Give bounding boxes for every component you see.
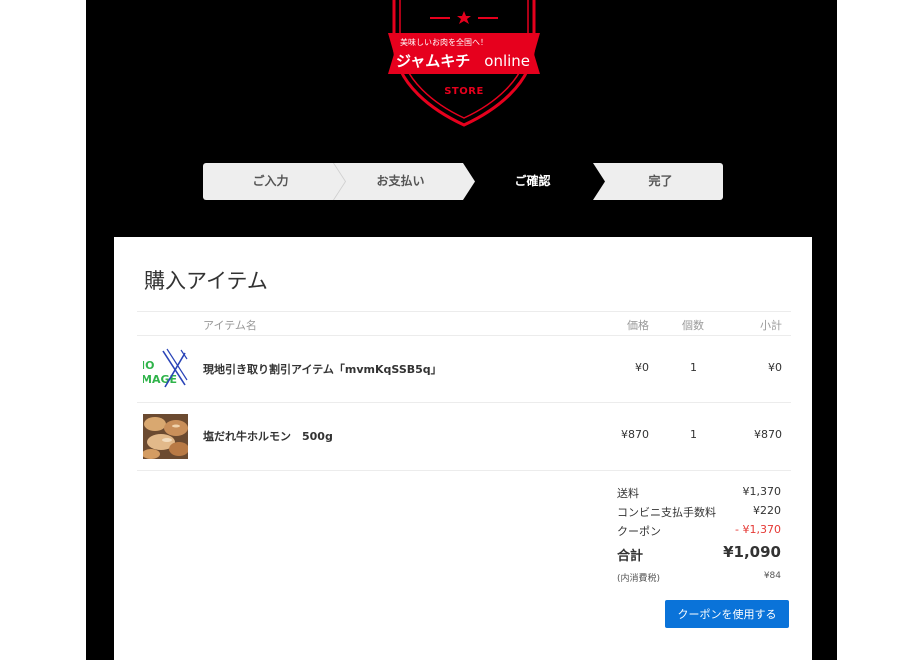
divider bbox=[137, 311, 791, 312]
purchase-items-card: 購入アイテム アイテム名 価格 個数 小計 IO MAGE 現地引き取り割引アイ… bbox=[114, 237, 812, 660]
card-title: 購入アイテム bbox=[144, 269, 268, 293]
no-image-icon: IO MAGE bbox=[143, 347, 188, 392]
tax-label: (内消費税) bbox=[617, 574, 661, 584]
coupon-value: - ¥1,370 bbox=[735, 523, 781, 536]
no-image-text-1: IO bbox=[143, 359, 154, 372]
total-label: 合計 bbox=[617, 549, 644, 564]
table-row: IO MAGE 現地引き取り割引アイテム「mvmKqSSB5q」 ¥0 1 ¥0 bbox=[114, 336, 812, 404]
checkout-steps: ご入力 お支払い ご確認 完了 bbox=[203, 163, 723, 200]
item-name: 現地引き取り割引アイテム「mvmKqSSB5q」 bbox=[203, 363, 442, 376]
item-price: ¥870 bbox=[621, 428, 649, 441]
column-header-name: アイテム名 bbox=[203, 319, 257, 332]
shipping-label: 送料 bbox=[617, 487, 639, 500]
total-value: ¥1,090 bbox=[723, 543, 781, 561]
column-header-subtotal: 小計 bbox=[760, 319, 782, 332]
step-complete: 完了 bbox=[648, 174, 673, 188]
item-subtotal: ¥0 bbox=[768, 361, 782, 374]
use-coupon-button[interactable]: クーポンを使用する bbox=[665, 600, 789, 628]
tax-value: ¥84 bbox=[763, 571, 781, 581]
fee-label: コンビニ支払手数料 bbox=[617, 506, 716, 519]
fee-value: ¥220 bbox=[753, 504, 781, 517]
step-confirm: ご確認 bbox=[514, 174, 551, 188]
store-logo[interactable]: 美味しいお肉を全国へ！ ジャムキチ online STORE bbox=[386, 0, 542, 130]
item-name: 塩だれ牛ホルモン 500g bbox=[203, 430, 333, 443]
item-subtotal: ¥870 bbox=[754, 428, 782, 441]
logo-name: ジャムキチ online bbox=[396, 50, 530, 71]
meat-photo bbox=[143, 414, 188, 459]
column-header-price: 価格 bbox=[627, 319, 649, 332]
shipping-value: ¥1,370 bbox=[742, 485, 782, 498]
item-qty: 1 bbox=[690, 361, 697, 374]
logo-name-jp: ジャムキチ bbox=[396, 52, 471, 70]
step-payment: お支払い bbox=[376, 174, 425, 188]
logo-name-en: online bbox=[484, 52, 531, 70]
coupon-label: クーポン bbox=[617, 525, 661, 538]
logo-store-text: STORE bbox=[444, 86, 484, 97]
logo-tagline: 美味しいお肉を全国へ！ bbox=[400, 38, 488, 47]
item-qty: 1 bbox=[690, 428, 697, 441]
column-header-qty: 個数 bbox=[682, 319, 704, 332]
divider bbox=[137, 470, 791, 471]
item-price: ¥0 bbox=[635, 361, 649, 374]
table-row: 塩だれ牛ホルモン 500g ¥870 1 ¥870 bbox=[114, 403, 812, 471]
step-input: ご入力 bbox=[252, 174, 289, 188]
